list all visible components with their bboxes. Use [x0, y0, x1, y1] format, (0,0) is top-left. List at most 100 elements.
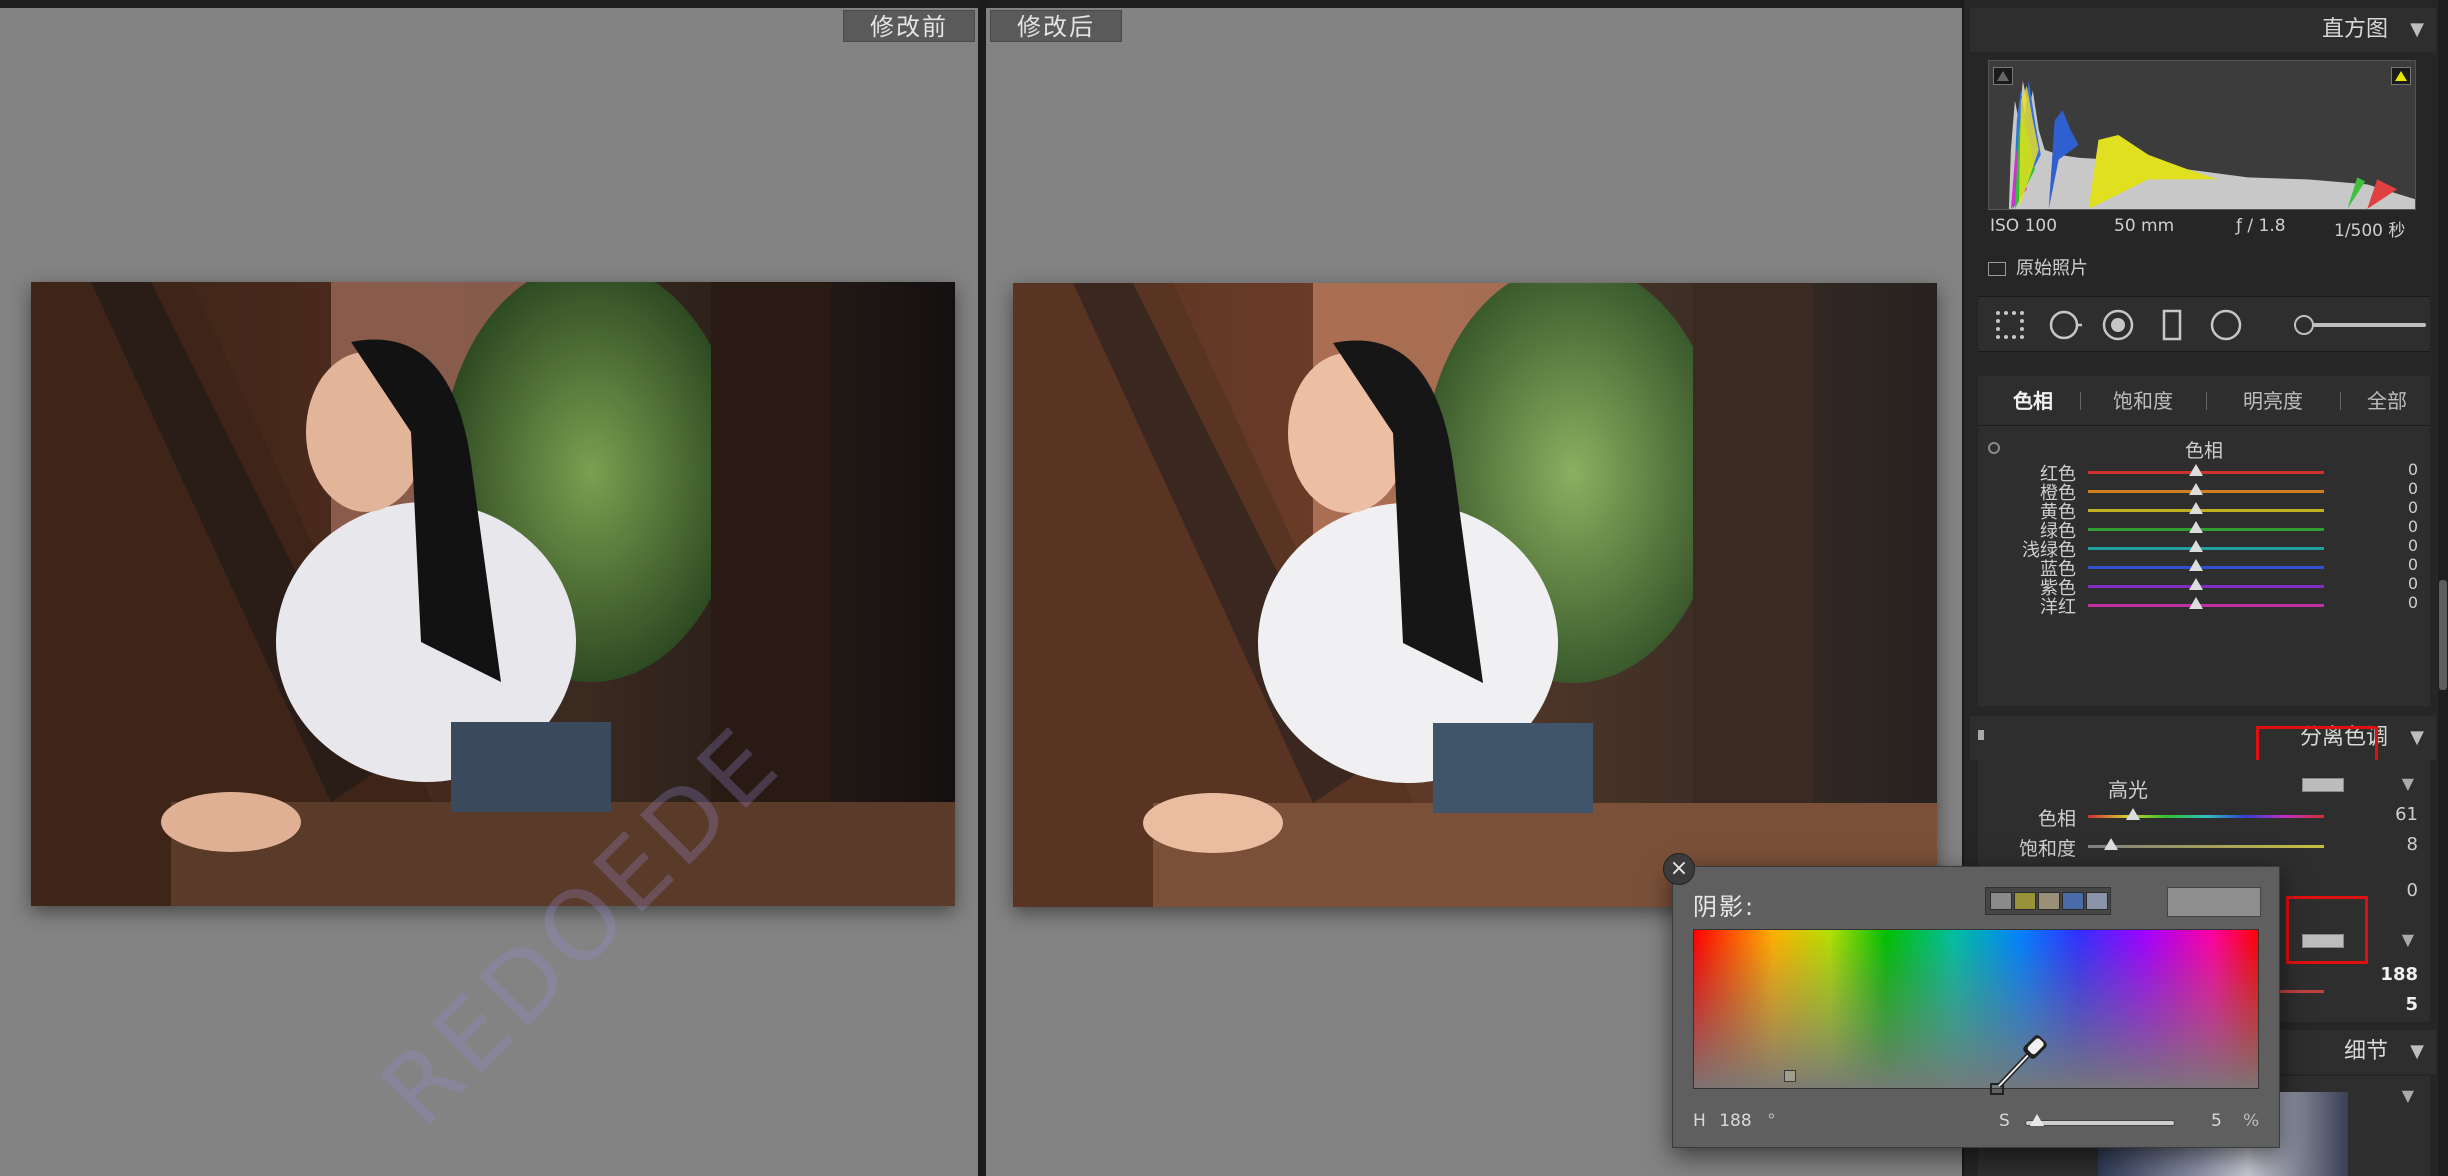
shadow-clipping-toggle[interactable] — [1993, 67, 2013, 85]
preset-swatch[interactable] — [2062, 892, 2084, 910]
hsl-slider-track[interactable] — [2088, 566, 2324, 569]
collapse-triangle-icon[interactable]: ▼ — [2410, 716, 2424, 760]
hsl-slider-knob[interactable] — [2189, 540, 2203, 552]
exif-focal: 50 mm — [2114, 216, 2175, 236]
slider-value[interactable]: 61 — [2395, 804, 2418, 825]
histogram-graph — [2008, 80, 2415, 209]
highlights-saturation-row: 饱和度 8 — [1978, 832, 2430, 862]
h-label: H — [1693, 1111, 1706, 1131]
hsl-slider-track[interactable] — [2088, 604, 2324, 607]
hsl-slider-knob[interactable] — [2189, 502, 2203, 514]
shadows-hue-value[interactable]: 188 — [2380, 964, 2418, 985]
slider-value[interactable]: 8 — [2407, 834, 2418, 855]
eyedropper-icon[interactable] — [1987, 1028, 2057, 1098]
preset-swatch[interactable] — [2086, 892, 2108, 910]
highlights-saturation-track[interactable] — [2088, 845, 2324, 848]
shadows-triangle-icon[interactable]: ▼ — [2402, 930, 2414, 949]
radial-filter-icon[interactable] — [2208, 307, 2244, 343]
hsl-slider-track[interactable] — [2088, 509, 2324, 512]
exif-shutter: 1/500 秒 — [2334, 221, 2406, 241]
hue-readout: H 188 ° — [1693, 1111, 1776, 1131]
hsl-slider-track[interactable] — [2088, 490, 2324, 493]
panel-switch-icon[interactable] — [1978, 730, 1984, 740]
tab-separator — [2340, 392, 2341, 410]
balance-value[interactable]: 0 — [2407, 880, 2418, 901]
compare-view: 修改前 REDOEDE 修改后 — [0, 0, 1962, 1176]
hsl-slider-knob[interactable] — [2189, 559, 2203, 571]
highlights-color-swatch[interactable] — [2302, 778, 2344, 792]
slider-value[interactable]: 0 — [2408, 574, 2418, 593]
lightroom-window: 修改前 REDOEDE 修改后 直方图 ▼ ISO 100 50 mm ƒ / … — [0, 0, 2448, 1176]
hue-saturation-field[interactable] — [1693, 929, 2259, 1095]
shadows-saturation-value[interactable]: 5 — [2405, 994, 2418, 1015]
slider-value[interactable]: 0 — [2408, 479, 2418, 498]
preset-swatch[interactable] — [2014, 892, 2036, 910]
detail-title: 细节 — [2343, 1039, 2388, 1064]
red-eye-icon[interactable] — [2100, 307, 2136, 343]
h-value: 188 — [1719, 1111, 1752, 1131]
close-icon[interactable]: × — [1663, 853, 1695, 885]
tab-saturation[interactable]: 饱和度 — [2088, 376, 2198, 426]
hsl-section-title: 色相 — [2184, 440, 2223, 462]
panel-scrollbar[interactable] — [2438, 0, 2448, 1176]
current-color-swatch[interactable] — [2167, 887, 2261, 917]
spot-removal-icon[interactable] — [2046, 307, 2082, 343]
original-photo-checkbox[interactable] — [1988, 262, 2006, 276]
hsl-slider-knob[interactable] — [2189, 597, 2203, 609]
hsl-slider-track[interactable] — [2088, 547, 2324, 550]
tab-all[interactable]: 全部 — [2348, 376, 2426, 426]
shadows-color-picker: × 阴影: H 188 ° S 5 % — [1663, 853, 2280, 1148]
slider-label: 洋红 — [2040, 597, 2076, 618]
picker-title: 阴影: — [1693, 893, 1756, 921]
saturation-slider-knob[interactable] — [2030, 1114, 2044, 1126]
exif-iso: ISO 100 — [1990, 216, 2058, 236]
slider-value[interactable]: 0 — [2408, 555, 2418, 574]
scrollbar-thumb[interactable] — [2439, 580, 2447, 690]
highlight-clipping-toggle[interactable] — [2391, 67, 2411, 85]
hsl-slider-knob[interactable] — [2189, 521, 2203, 533]
highlight-box-swatch — [2286, 896, 2368, 964]
exif-info: ISO 100 50 mm ƒ / 1.8 1/500 秒 — [1990, 212, 2418, 242]
hsl-slider-track[interactable] — [2088, 528, 2324, 531]
preset-swatch[interactable] — [2038, 892, 2060, 910]
highlights-hue-track[interactable] — [2088, 815, 2324, 818]
slider-value[interactable]: 0 — [2408, 517, 2418, 536]
brush-slider[interactable] — [2294, 315, 2426, 335]
histogram[interactable] — [1988, 60, 2416, 210]
saturation-slider-row: S 5 % — [1999, 1111, 2261, 1135]
hsl-slider-track[interactable] — [2088, 585, 2324, 588]
s-value: 5 — [2211, 1111, 2222, 1131]
hsl-slider-knob[interactable] — [2189, 578, 2203, 590]
highlights-hue-knob[interactable] — [2126, 808, 2140, 820]
preset-swatch[interactable] — [1990, 892, 2012, 910]
brush-slider-knob[interactable] — [2294, 315, 2314, 335]
h-unit: ° — [1767, 1111, 1776, 1131]
slider-value[interactable]: 0 — [2408, 593, 2418, 612]
collapse-triangle-icon[interactable]: ▼ — [2410, 1030, 2424, 1074]
slider-value[interactable]: 0 — [2408, 498, 2418, 517]
tab-separator — [2206, 392, 2207, 410]
slider-value[interactable]: 0 — [2408, 536, 2418, 555]
tab-hue[interactable]: 色相 — [1988, 376, 2078, 426]
after-photo[interactable] — [1013, 283, 1937, 907]
hsl-slider-track[interactable] — [2088, 471, 2324, 474]
highlights-hue-row: 色相 61 — [1978, 802, 2430, 832]
slider-label: 饱和度 — [2018, 838, 2076, 860]
saturation-slider-track[interactable] — [2025, 1114, 2175, 1126]
hsl-slider-knob[interactable] — [2189, 464, 2203, 476]
slider-value[interactable]: 0 — [2408, 460, 2418, 479]
hsl-panel: 色相 饱和度 明亮度 全部 色相 红色 0 橙色 0 黄色 0 绿色 0 浅绿色 0 蓝色 0 紫色 0 洋… — [1978, 376, 2430, 706]
graduated-filter-icon[interactable] — [2154, 307, 2190, 343]
tab-luminance[interactable]: 明亮度 — [2214, 376, 2332, 426]
crop-grid-icon[interactable] — [1992, 307, 2028, 343]
histogram-header[interactable]: 直方图 ▼ — [1970, 8, 2436, 52]
before-pane[interactable]: 修改前 REDOEDE — [0, 8, 978, 1176]
hsl-slider-knob[interactable] — [2189, 483, 2203, 495]
highlights-triangle-icon[interactable]: ▼ — [2402, 774, 2414, 793]
original-photo-toggle[interactable]: 原始照片 — [1988, 254, 2088, 280]
collapse-triangle-icon[interactable]: ▼ — [2410, 8, 2424, 52]
highlights-saturation-knob[interactable] — [2104, 838, 2118, 850]
detail-triangle-icon[interactable]: ▼ — [2402, 1086, 2414, 1105]
exif-aperture: ƒ / 1.8 — [2236, 216, 2286, 236]
before-photo[interactable] — [31, 282, 955, 906]
